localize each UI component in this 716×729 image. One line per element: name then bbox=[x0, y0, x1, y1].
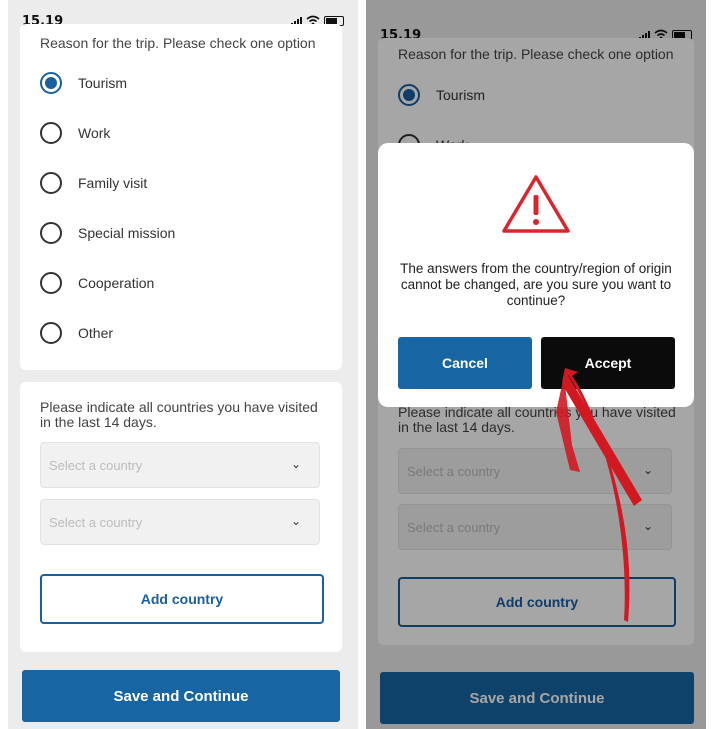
radio-icon bbox=[40, 222, 62, 244]
add-country-button[interactable]: Add country bbox=[40, 574, 324, 624]
option-cooperation[interactable]: Cooperation bbox=[40, 272, 154, 294]
radio-icon bbox=[40, 122, 62, 144]
option-label: Cooperation bbox=[78, 275, 155, 291]
country-select-1[interactable]: Select a country ⌄ bbox=[40, 442, 320, 488]
trip-reason-question: Reason for the trip. Please check one op… bbox=[40, 35, 316, 51]
chevron-down-icon: ⌄ bbox=[290, 457, 301, 471]
option-work[interactable]: Work bbox=[40, 122, 110, 144]
option-label: Tourism bbox=[78, 75, 128, 91]
left-phone-screen: 15.19 Reason for the trip. Please check … bbox=[8, 0, 358, 729]
option-other[interactable]: Other bbox=[40, 322, 113, 344]
radio-icon bbox=[40, 172, 62, 194]
save-continue-button[interactable]: Save and Continue bbox=[22, 670, 340, 722]
option-label: Family visit bbox=[78, 175, 148, 191]
red-arrow-annotation bbox=[556, 368, 642, 622]
countries-question: Please indicate all countries you have v… bbox=[40, 399, 318, 430]
option-family-visit[interactable]: Family visit bbox=[40, 172, 147, 194]
chevron-down-icon: ⌄ bbox=[290, 514, 301, 528]
country-select-2[interactable]: Select a country ⌄ bbox=[40, 499, 320, 545]
radio-icon bbox=[40, 322, 62, 344]
right-phone-screen: 15.19 Reason for the trip. Please check … bbox=[366, 0, 706, 729]
option-label: Other bbox=[78, 325, 114, 341]
option-tourism[interactable]: Tourism bbox=[40, 72, 127, 94]
option-special-mission[interactable]: Special mission bbox=[40, 222, 175, 244]
radio-checked-icon bbox=[40, 72, 62, 94]
option-label: Work bbox=[78, 125, 111, 141]
option-label: Special mission bbox=[78, 225, 176, 241]
radio-icon bbox=[40, 272, 62, 294]
